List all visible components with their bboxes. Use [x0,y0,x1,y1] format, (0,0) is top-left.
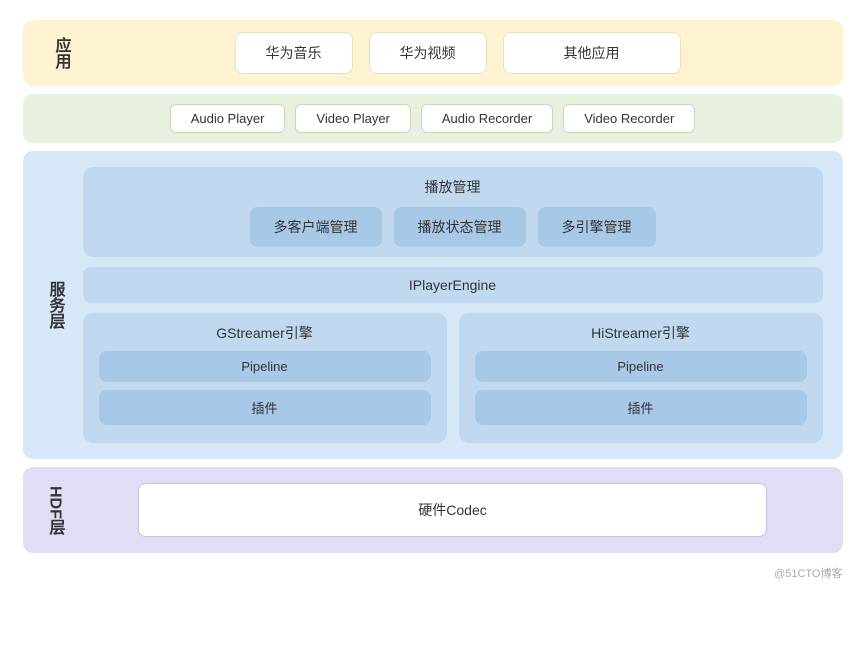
multi-client-mgmt: 多客户端管理 [250,207,382,247]
api-audio-recorder: Audio Recorder [421,104,553,133]
play-management: 播放管理 多客户端管理 播放状态管理 多引擎管理 [83,167,823,257]
diagram-container: 应用 华为音乐 华为视频 其他应用 Audio Player Video Pla… [23,20,843,581]
hdf-content: 硬件Codec [83,483,823,537]
histreamer-title: HiStreamer引擎 [475,323,807,343]
gstreamer-pipeline: Pipeline [99,351,431,382]
app-layer-label: 应用 [43,37,73,69]
play-management-title: 播放管理 [99,177,807,197]
hdf-layer: HDF层 硬件Codec [23,467,843,553]
api-layer: Audio Player Video Player Audio Recorder… [23,94,843,143]
multi-engine-mgmt: 多引擎管理 [538,207,656,247]
service-layer-label: 服务层 [43,281,67,329]
watermark: @51CTO博客 [774,565,842,581]
histreamer-plugin: 插件 [475,390,807,425]
iplayerengine: IPlayerEngine [83,267,823,303]
play-state-mgmt: 播放状态管理 [394,207,526,247]
hardware-codec: 硬件Codec [138,483,767,537]
app-huawei-music: 华为音乐 [235,32,353,74]
gstreamer-plugin: 插件 [99,390,431,425]
gstreamer-title: GStreamer引擎 [99,323,431,343]
play-management-items: 多客户端管理 播放状态管理 多引擎管理 [99,207,807,247]
histreamer-pipeline: Pipeline [475,351,807,382]
histreamer-engine: HiStreamer引擎 Pipeline 插件 [459,313,823,443]
app-other-apps: 其他应用 [503,32,681,74]
service-content: 播放管理 多客户端管理 播放状态管理 多引擎管理 IPlayerEngine G… [83,167,823,443]
gstreamer-engine: GStreamer引擎 Pipeline 插件 [83,313,447,443]
api-video-player: Video Player [295,104,410,133]
app-items: 华为音乐 华为视频 其他应用 [93,32,823,74]
app-huawei-video: 华为视频 [369,32,487,74]
engines-row: GStreamer引擎 Pipeline 插件 HiStreamer引擎 Pip… [83,313,823,443]
api-audio-player: Audio Player [170,104,286,133]
api-video-recorder: Video Recorder [563,104,695,133]
hdf-layer-label: HDF层 [43,486,67,535]
service-layer: 服务层 播放管理 多客户端管理 播放状态管理 多引擎管理 IPlayerEngi… [23,151,843,459]
app-layer: 应用 华为音乐 华为视频 其他应用 [23,20,843,86]
